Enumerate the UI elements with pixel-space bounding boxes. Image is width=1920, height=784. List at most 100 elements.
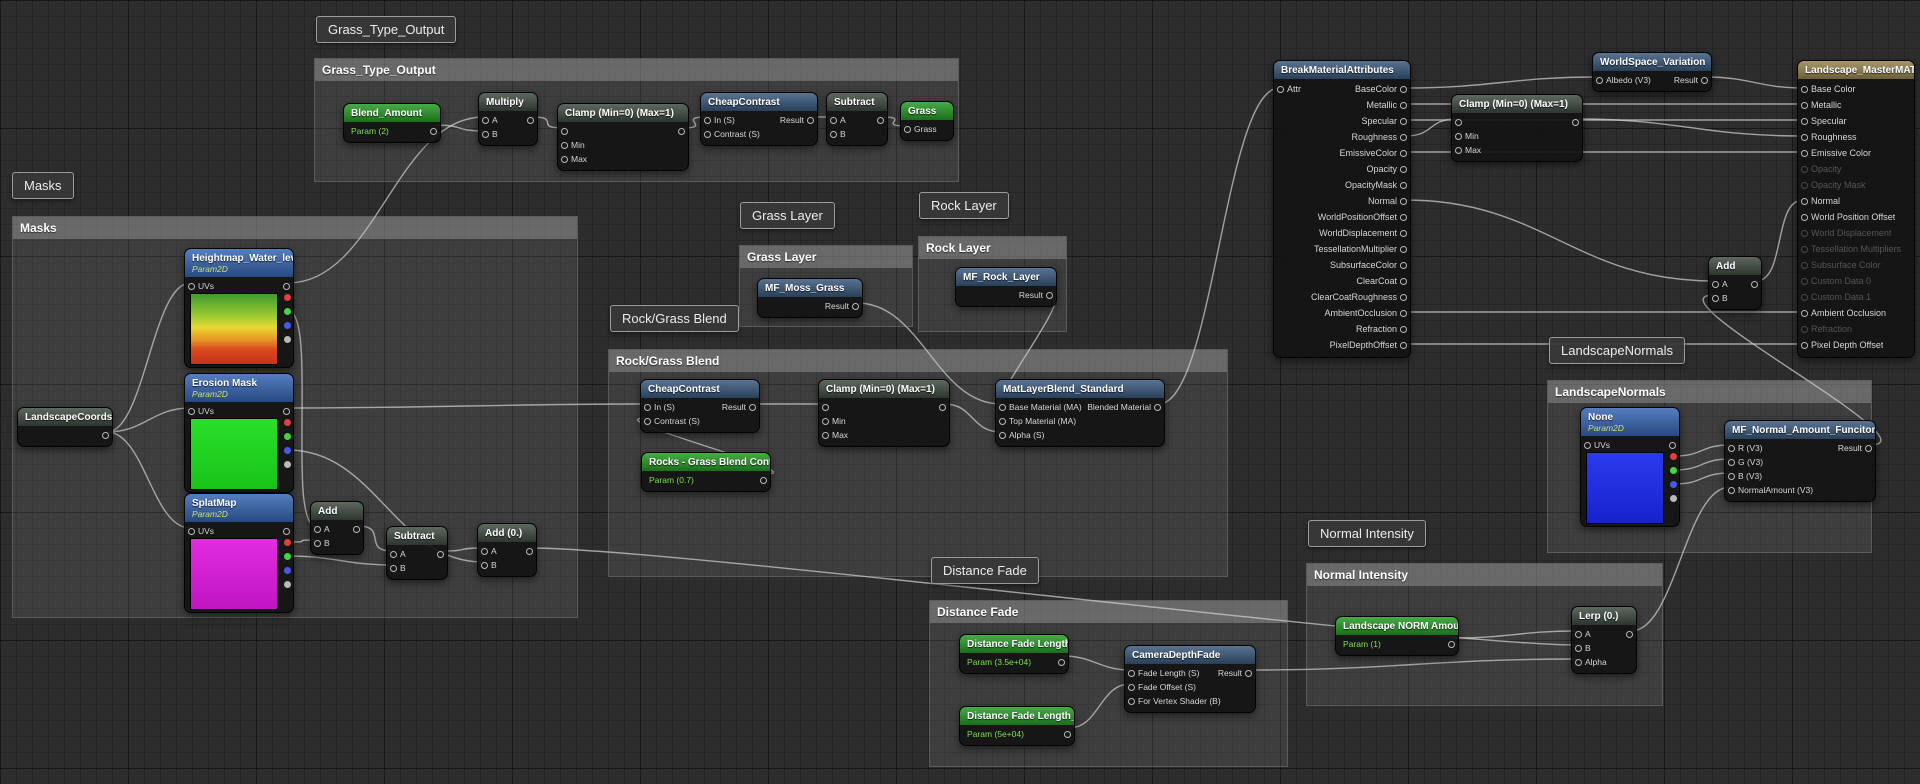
node-add-right[interactable]: Add A B [1708,256,1762,310]
node-landscape-norm-amount[interactable]: Landscape NORM Amount Param (1) [1335,616,1459,656]
a-channel-pin[interactable] [284,336,291,343]
input-pin[interactable] [999,417,1006,425]
input-pin[interactable] [1277,85,1284,93]
node-clamp-grass[interactable]: Clamp (Min=0) (Max=1) Min Max [557,103,689,171]
input-pin[interactable] [1801,309,1808,317]
input-pin[interactable] [644,417,651,425]
input-pin[interactable] [1801,181,1808,189]
r-channel-pin[interactable] [1670,453,1677,460]
input-pin[interactable] [1801,149,1808,157]
output-pin[interactable] [1400,277,1407,285]
input-pin[interactable] [481,547,488,555]
output-pin[interactable] [939,403,946,411]
r-channel-pin[interactable] [284,419,291,426]
input-pin[interactable] [644,403,651,411]
output-pin[interactable] [1400,101,1407,109]
input-pin[interactable] [1455,132,1462,140]
node-header[interactable]: MF_Rock_Layer [956,268,1056,286]
node-header[interactable]: Blend_Amount [344,104,440,122]
output-pin[interactable] [437,550,444,558]
comment-title[interactable]: Normal Intensity [1307,564,1662,586]
input-pin[interactable] [561,127,568,135]
output-pin[interactable] [1400,213,1407,221]
comment-label-grass-layer[interactable]: Grass Layer [740,202,835,229]
input-pin[interactable] [1801,117,1808,125]
comment-label-rock-layer[interactable]: Rock Layer [919,192,1009,219]
output-pin[interactable] [852,302,859,310]
input-pin[interactable] [1575,644,1582,652]
output-pin[interactable] [1400,309,1407,317]
node-header[interactable]: Multiply [479,93,537,111]
input-pin[interactable] [482,130,489,138]
output-pin[interactable] [1064,730,1071,738]
node-subtract-grass[interactable]: Subtract A B [826,92,888,146]
input-pin[interactable] [1128,697,1135,705]
output-pin[interactable] [1046,291,1053,299]
input-pin[interactable] [1728,472,1735,480]
input-pin[interactable] [188,282,195,290]
input-pin[interactable] [1801,277,1808,285]
input-pin[interactable] [830,130,837,138]
comment-label-rock-grass-blend[interactable]: Rock/Grass Blend [610,305,739,332]
input-pin[interactable] [1596,76,1603,84]
node-heightmap-water-level[interactable]: Heightmap_Water_levelParam2D UVs [184,248,294,368]
node-header[interactable]: Landscape NORM Amount [1336,617,1458,635]
output-pin[interactable] [1865,444,1872,452]
node-header[interactable]: Distance Fade Length_1 [960,707,1074,725]
node-header[interactable]: Clamp (Min=0) (Max=1) [819,380,949,398]
output-pin[interactable] [1400,245,1407,253]
node-matlayerblend-standard[interactable]: MatLayerBlend_Standard Base Material (MA)… [995,379,1165,447]
node-header[interactable]: Lerp (0.) [1572,607,1636,625]
input-pin[interactable] [1728,444,1735,452]
input-pin[interactable] [1728,458,1735,466]
node-splatmap[interactable]: SplatMap Param2D UVs [184,493,294,613]
g-channel-pin[interactable] [284,553,291,560]
input-pin[interactable] [481,561,488,569]
output-pin[interactable] [1245,669,1252,677]
input-pin[interactable] [1575,658,1582,666]
input-pin[interactable] [704,130,711,138]
a-channel-pin[interactable] [284,461,291,468]
input-pin[interactable] [390,550,397,558]
input-pin[interactable] [188,407,195,415]
output-pin[interactable] [1400,181,1407,189]
node-header[interactable]: CameraDepthFade [1125,646,1255,664]
output-pin[interactable] [1669,441,1676,449]
comment-title[interactable]: Grass Layer [740,246,912,268]
comment-label-normal-intensity[interactable]: Normal Intensity [1308,520,1426,547]
input-pin[interactable] [1575,630,1582,638]
output-pin[interactable] [1626,630,1633,638]
node-header[interactable]: Distance Fade Length [960,635,1068,653]
input-pin[interactable] [1455,118,1462,126]
node-header[interactable]: MF_Normal_Amount_Funciton [1725,421,1875,439]
output-pin[interactable] [1400,117,1407,125]
input-pin[interactable] [1801,245,1808,253]
node-header[interactable]: Add (0.) [478,524,536,542]
r-channel-pin[interactable] [284,539,291,546]
b-channel-pin[interactable] [1670,481,1677,488]
input-pin[interactable] [1801,325,1808,333]
node-landscapecoords[interactable]: LandscapeCoords [17,407,113,447]
input-pin[interactable] [1128,669,1135,677]
input-pin[interactable] [704,116,711,124]
output-pin[interactable] [807,116,814,124]
output-pin[interactable] [1572,118,1579,126]
output-pin[interactable] [353,525,360,533]
input-pin[interactable] [822,431,829,439]
output-pin[interactable] [1400,197,1407,205]
node-distance-fade-length[interactable]: Distance Fade Length Param (3.5e+04) [959,634,1069,674]
input-pin[interactable] [1455,146,1462,154]
input-pin[interactable] [1801,293,1808,301]
node-distance-fade-length-1[interactable]: Distance Fade Length_1 Param (5e+04) [959,706,1075,746]
output-pin[interactable] [877,116,884,124]
output-pin[interactable] [430,127,437,135]
output-pin[interactable] [1701,76,1708,84]
comment-label-masks[interactable]: Masks [12,172,74,199]
input-pin[interactable] [1712,280,1719,288]
output-pin[interactable] [678,127,685,135]
input-pin[interactable] [1584,441,1591,449]
output-pin[interactable] [1400,261,1407,269]
g-channel-pin[interactable] [1670,467,1677,474]
comment-title[interactable]: LandscapeNormals [1548,381,1871,403]
node-header[interactable]: Clamp (Min=0) (Max=1) [1452,95,1582,113]
